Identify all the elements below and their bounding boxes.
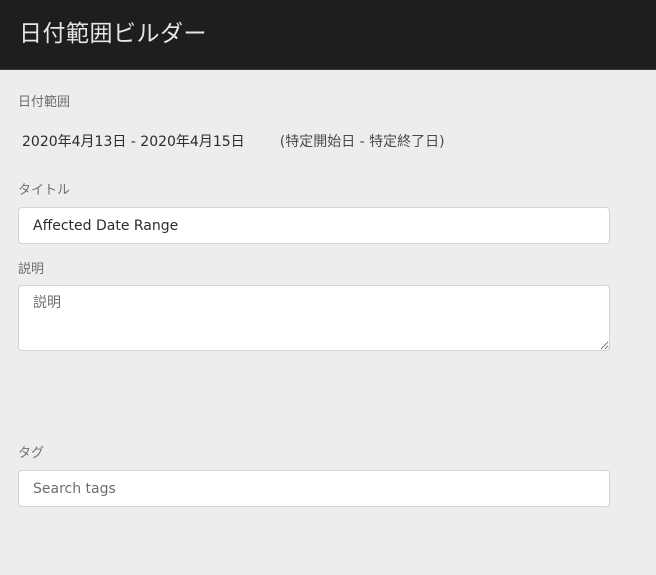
date-range-value: 2020年4月13日 - 2020年4月15日 (22, 134, 245, 150)
date-range-type: (特定開始日 - 特定終了日) (279, 134, 445, 150)
description-label: 説明 (18, 262, 45, 277)
title-input[interactable] (18, 207, 610, 244)
date-range-label: 日付範囲 (18, 95, 71, 110)
tags-label: タグ (18, 446, 45, 461)
title-label: タイトル (18, 183, 71, 198)
page-title: 日付範囲ビルダー (19, 21, 207, 47)
tags-search-input[interactable] (18, 470, 610, 507)
date-range-row: 2020年4月13日 - 2020年4月15日 (特定開始日 - 特定終了日) (22, 131, 445, 151)
header-bar: 日付範囲ビルダー (0, 0, 656, 70)
description-textarea[interactable] (18, 285, 610, 351)
